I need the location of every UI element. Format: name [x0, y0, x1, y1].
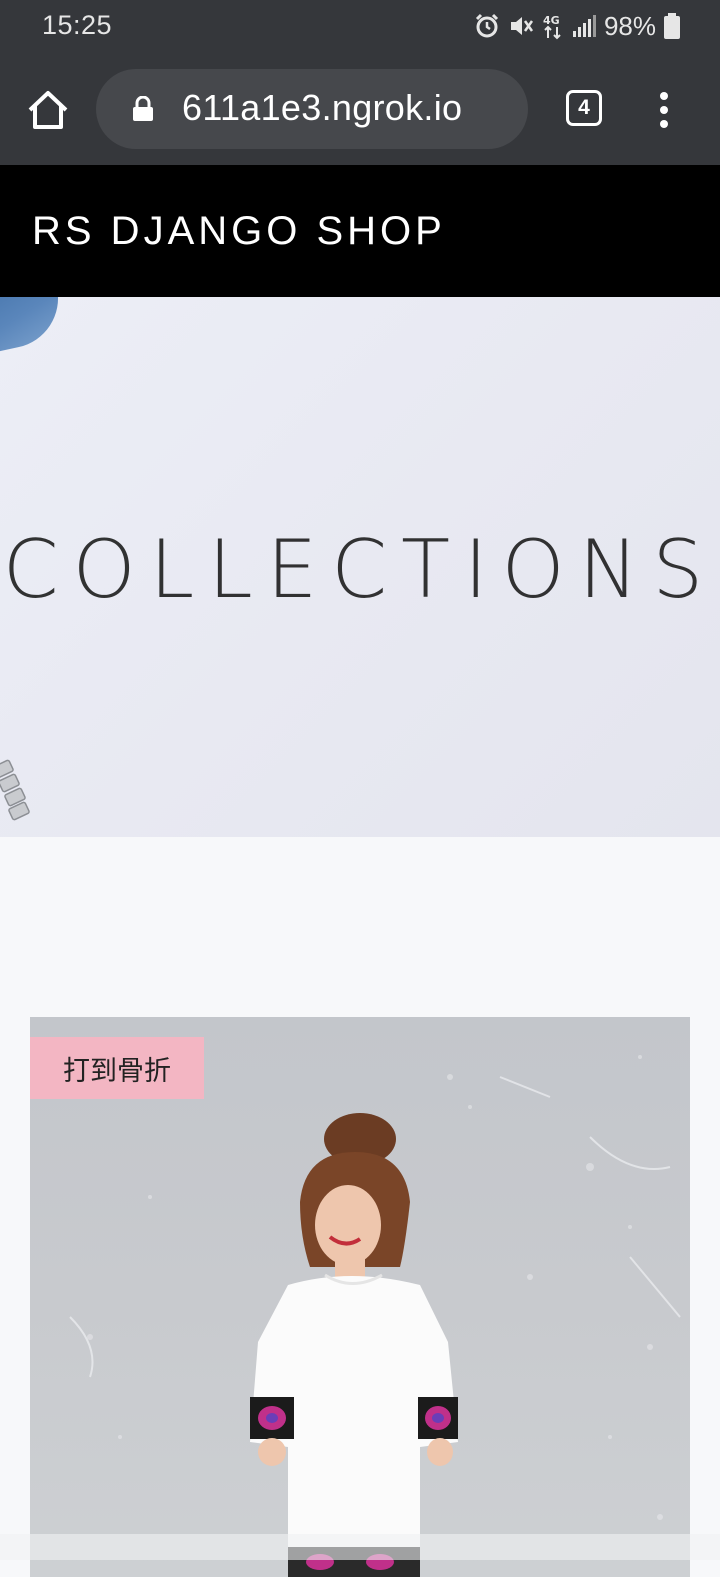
battery-icon [664, 13, 680, 39]
battery-percent: 98% [603, 10, 656, 41]
address-bar[interactable]: 611a1e3.ngrok.io [96, 69, 528, 149]
lock-icon [133, 96, 153, 121]
watch-decoration [0, 759, 30, 821]
svg-text:4G: 4G [543, 14, 560, 27]
status-bar: 15:25 4G 98% [0, 0, 720, 52]
browser-toolbar: 611a1e3.ngrok.io 4 [0, 52, 720, 165]
status-time: 15:25 [42, 10, 113, 40]
bottom-overlay [0, 1534, 720, 1560]
product-card[interactable]: 打到骨折 [30, 1017, 690, 1577]
hero-title: COLLECTIONS [2, 523, 718, 616]
tab-switcher-button[interactable]: 4 [566, 90, 602, 126]
denim-decoration [0, 297, 68, 356]
signal-icon [572, 15, 596, 37]
mute-icon [510, 17, 533, 35]
site-header: RS DJANGO SHOP [0, 165, 720, 297]
alarm-icon [475, 13, 499, 38]
network-4g-icon: 4G [543, 14, 561, 40]
tab-count: 4 [578, 96, 590, 119]
home-icon[interactable] [26, 88, 70, 132]
site-logo-title[interactable]: RS DJANGO SHOP [32, 209, 446, 254]
status-icons: 4G 98% [474, 10, 680, 42]
more-vert-icon[interactable] [652, 90, 676, 130]
url-text[interactable]: 611a1e3.ngrok.io [182, 87, 462, 129]
sale-badge: 打到骨折 [30, 1037, 204, 1099]
hero-banner: COLLECTIONS [0, 297, 720, 837]
product-photo [250, 1113, 458, 1577]
